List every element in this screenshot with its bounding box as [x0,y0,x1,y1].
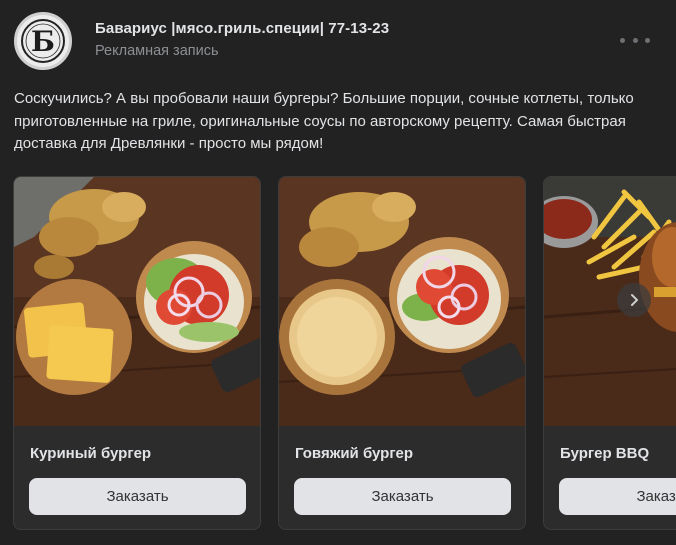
order-button[interactable]: Заказать [559,478,676,515]
beef-burger-photo[interactable] [279,177,525,426]
product-card[interactable]: Куриный бургер Заказать [13,176,261,530]
author-name[interactable]: Бавариус |мясо.гриль.специи| 77-13-23 [95,20,389,37]
order-button[interactable]: Заказать [294,478,511,515]
avatar-letter: Б [31,25,55,58]
product-name[interactable]: Куриный бургер [30,445,151,462]
product-carousel: Куриный бургер Заказать Говяжий бургер З… [0,176,676,536]
logo-icon: Б [17,15,69,67]
bbq-burger-photo[interactable] [544,177,676,426]
product-card[interactable]: Бургер BBQ Заказать [543,176,676,530]
product-card[interactable]: Говяжий бургер Заказать [278,176,526,530]
chicken-burger-photo[interactable] [14,177,260,426]
chevron-right-icon[interactable] [617,283,651,317]
product-name[interactable]: Говяжий бургер [295,445,413,462]
author-avatar[interactable]: Б [14,12,72,70]
order-button[interactable]: Заказать [29,478,246,515]
ad-label: Рекламная запись [95,43,219,59]
product-name[interactable]: Бургер BBQ [560,445,649,462]
post-text: Соскучились? А вы пробовали наши бургеры… [14,90,634,152]
more-icon[interactable] [620,30,650,50]
